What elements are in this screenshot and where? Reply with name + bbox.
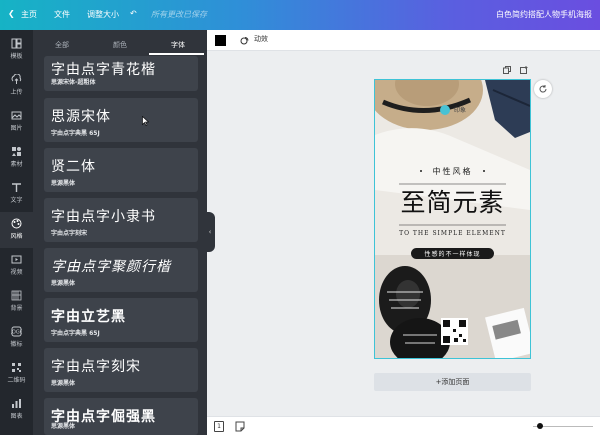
active-tab-indicator [149,53,204,55]
font-name: 思源黑体 [51,280,76,287]
font-name: 字由点字刻宋 [51,230,88,237]
font-card[interactable]: 字由点字聚颜行楷 思源黑体 [44,248,198,292]
logo-icon: LOGO [11,326,22,337]
nav-item-style[interactable]: 风格 [0,212,33,248]
font-preview: 字由立艺黑 [51,309,126,325]
style-icon [11,218,22,229]
panel-collapse-handle[interactable]: ‹ [205,212,215,252]
elements-icon [12,147,21,156]
image-icon [11,111,22,120]
nav-label: 风格 [10,233,23,240]
nav-label: 视频 [10,269,23,276]
nav-label: 模板 [10,53,23,60]
zoom-slider-handle[interactable] [537,423,543,429]
nav-label: 上传 [10,89,23,96]
mouse-cursor-icon [142,116,149,126]
font-panel: 全部 颜色 字体 字由点字青花楷 思源宋体-超粗体 思源宋体 字由点字典黑 65… [33,30,207,435]
font-name: 思源宋体-超粗体 [51,79,96,86]
tab-all[interactable]: 全部 [33,40,91,50]
tab-colors[interactable]: 颜色 [91,40,149,50]
tab-fonts[interactable]: 字体 [149,40,207,50]
nav-item-templates[interactable]: 模板 [0,32,33,68]
duplicate-page-icon[interactable] [503,66,511,74]
poster-subtitle: TO THE SIMPLE ELEMENT [399,230,506,237]
poster-pill: 性感的不一样体现 [424,251,481,258]
nav-item-text[interactable]: 文字 [0,176,33,212]
nav-label: 图片 [10,125,23,132]
poster-photo [375,80,530,358]
font-preview: 思源宋体 [51,109,111,125]
home-link[interactable]: 主页 [21,9,37,20]
font-preview: 字由点字聚颜行楷 [51,259,171,275]
document-title[interactable]: 白色简约搭配人物手机海报 [496,9,592,20]
font-card[interactable]: 字由点字刻宋 思源黑体 [44,348,198,392]
nav-item-upload[interactable]: 上传 [0,68,33,104]
nav-item-background[interactable]: 背景 [0,284,33,320]
resize-menu[interactable]: 调整大小 [87,9,119,20]
poster-title: 至简元素 [400,188,505,217]
notes-icon[interactable] [235,421,245,432]
poster-tagline: 中性风格 [432,167,473,176]
font-card[interactable]: 字由点字青花楷 思源宋体-超粗体 [44,56,198,91]
nav-item-elements[interactable]: 素材 [0,140,33,176]
background-icon [11,290,22,301]
font-name: 字由点字典黑 65J [51,130,100,137]
font-card[interactable]: 字由立艺黑 字由点字典黑 65J [44,298,198,342]
font-preview: 字由点字小隶书 [51,209,156,225]
font-card[interactable]: 思源宋体 字由点字典黑 65J [44,98,198,142]
back-icon[interactable]: ❮ [8,9,15,18]
add-page-icon[interactable] [520,66,528,74]
animate-icon [240,37,249,45]
font-card[interactable]: 字由点字小隶书 字由点字刻宋 [44,198,198,242]
font-preview: 贤二体 [51,159,96,175]
page-number: 1 [217,423,221,430]
font-preview: 字由点字刻宋 [51,359,141,375]
undo-icon[interactable]: ↶ [130,9,137,18]
nav-label: 图表 [10,413,23,420]
bottom-bar: 1 [207,416,600,435]
file-menu[interactable]: 文件 [54,9,70,20]
text-icon [12,183,21,192]
font-name: 思源黑体 [51,180,76,187]
nav-label: 文字 [10,197,23,204]
font-name: 字由点字典黑 65J [51,330,100,337]
left-nav: 模板 上传 图片 素材 文字 风格 视频 背景 LOGO 徽标 二维码 图表 [0,30,33,435]
save-status: 所有更改已保存 [151,10,207,19]
animate-button[interactable]: 动效 [254,34,268,44]
font-card[interactable]: 贤二体 思源黑体 [44,148,198,192]
video-icon [11,255,22,264]
chart-icon [12,399,21,408]
font-preview: 字由点字青花楷 [51,62,156,78]
top-bar: ❮ 主页 文件 调整大小 ↶ 所有更改已保存 白色简约搭配人物手机海报 [0,0,600,30]
nav-label: 二维码 [7,377,26,384]
template-icon [11,38,22,49]
upload-icon [11,74,22,84]
nav-label: 素材 [10,161,23,168]
poster-logo: 印象 [454,107,467,114]
design-canvas[interactable]: 印象 中性风格 至简元素 TO THE SIMPLE ELEMENT 性感的不一… [374,79,531,359]
qrcode-icon [12,363,21,372]
nav-item-qrcode[interactable]: 二维码 [0,356,33,392]
nav-item-images[interactable]: 图片 [0,104,33,140]
refresh-button[interactable] [534,80,552,98]
panel-tabs: 全部 颜色 字体 [33,30,207,55]
nav-item-logo[interactable]: LOGO 徽标 [0,320,33,356]
nav-label: 徽标 [10,341,23,348]
font-name: 思源黑体 [51,380,76,387]
page-count-button[interactable]: 1 [214,421,224,432]
nav-item-video[interactable]: 视频 [0,248,33,284]
editor-toolbar: 动效 [207,30,600,51]
nav-label: 背景 [10,305,23,312]
add-page-button[interactable]: +添加页面 [374,373,531,391]
nav-item-chart[interactable]: 图表 [0,392,33,428]
font-card[interactable]: 字由点字倔强黑 思源黑体 [44,398,198,435]
color-swatch[interactable] [215,35,226,46]
refresh-icon [539,85,547,93]
svg-text:LOGO: LOGO [11,330,22,336]
font-name: 思源黑体 [51,423,76,430]
